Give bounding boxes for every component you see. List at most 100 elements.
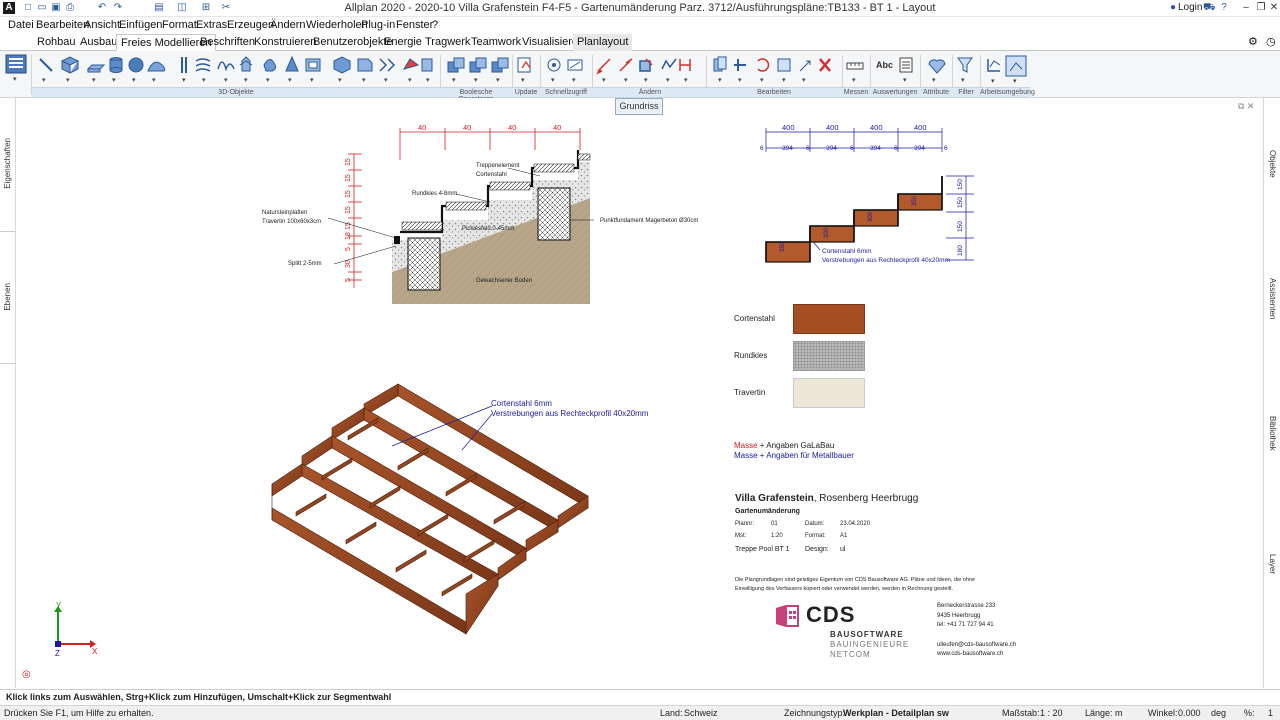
panel-eigenschaften[interactable]: Eigenschaften [3,138,12,189]
status-scale-label: Maßstab: [1002,708,1040,718]
label-gewachsener-boden: Gewachsener Boden [476,278,532,284]
stair-section-drawing: 40 40 40 40 15 15 15 15 15 18 5 30 5 Tre… [262,123,698,304]
restore-view-icon[interactable]: ⧉ ✕ [1238,101,1254,112]
3d-objects-group[interactable]: ▾ ▾ ▾ ▾ ▾ ▾ ▾ ▾ ▾ ▾ ▾ ▾ ▾ ▾ ▾ ▾ ▾ ▾ [36,55,434,85]
det-riser-2: 300 [824,227,830,238]
expand-icon[interactable]: ◷ [1262,34,1280,51]
minimize-icon[interactable]: – [1240,2,1252,14]
label-cortenstahl: Cortenstahl [476,172,507,178]
close-icon[interactable]: ✕ [1268,2,1280,14]
status-length-value[interactable]: m [1115,708,1123,718]
sec-dim-left-9: 5 [345,278,352,282]
menu-einfuegen[interactable]: Einfügen [119,19,162,31]
panel-ebenen[interactable]: Ebenen [3,283,12,311]
view-label-grundriss[interactable]: Grundriss [615,98,663,115]
label-travertin: Travertin 100x60x3cm [262,219,321,225]
edit-group[interactable]: ▾ ▾ ▾ ▾ ▾ [712,55,840,85]
det-dim-top-4: 400 [914,123,927,132]
svg-text:▾: ▾ [132,77,136,84]
tb-address-1: Bernecker­strasse 233 [937,603,996,609]
label-natursteinplatten: Natursteinplatten [262,210,307,216]
tab-energie[interactable]: Energie [380,34,426,51]
det-sub-8: 394 [914,145,925,152]
panel-objekte[interactable]: Objekte [1268,150,1277,178]
target-icon[interactable]: ◎ [22,669,31,680]
tab-rohbau[interactable]: Rohbau [33,34,80,51]
ribbon-tabs: Rohbau Ausbau Freies Modellieren Beschri… [0,34,1280,51]
material-swatch-travertin [793,378,865,408]
svg-text:▾: ▾ [426,77,430,84]
material-swatch-rundkies [793,341,865,371]
update-icon[interactable]: ▾ [516,56,536,84]
menu-bearbeiten[interactable]: Bearbeiten [36,19,89,31]
status-length-label: Länge: [1085,708,1113,718]
det-note-2: Verstrebungen aus Rechteckprofil 40x20mm [822,257,950,264]
report-icon[interactable]: ▾ [898,56,918,84]
menu-fenster[interactable]: Fenster [396,19,433,31]
panel-bibliothek[interactable]: Bibliothek [1268,416,1277,451]
tab-planlayout[interactable]: Planlayout [573,34,633,51]
status-scale-value[interactable]: 1 : 20 [1040,708,1063,718]
sec-dim-left-3: 15 [345,190,352,198]
tb-date-label: Datum: [805,521,825,527]
det-dim-top-2: 400 [826,123,839,132]
status-angle-value[interactable]: 0.000 [1178,708,1201,718]
tb-scale-label: Mst: [735,533,747,539]
modify-group[interactable]: ▾ ▾ ▾ ▾ ▾ [596,55,704,85]
restore-icon[interactable]: ❐ [1255,2,1267,14]
workspace-group[interactable]: ▾ ▾ [984,55,1030,85]
svg-text:▾: ▾ [362,77,366,84]
menu-help[interactable]: ? [432,19,438,31]
status-ztyp-value[interactable]: Werkplan - Detailplan sw [843,708,949,718]
bauwerksstruktur-icon[interactable]: ▾ [4,53,28,83]
svg-text:▾: ▾ [760,77,764,84]
det-right-3: 150 [957,221,964,232]
menu-datei[interactable]: Datei [8,19,34,31]
sec-dim-left-4: 15 [345,206,352,214]
menu-wiederholen[interactable]: Wiederholen [306,19,368,31]
menu-format[interactable]: Format [162,19,197,31]
det-riser-1: 350 [780,241,786,252]
menu-erzeugen[interactable]: Erzeugen [227,19,274,31]
status-angle-unit[interactable]: deg [1211,708,1226,718]
cart-icon[interactable]: ⛟ [1203,2,1216,14]
sec-dim-left-7: 5 [345,247,352,251]
login-link[interactable]: Login [1178,2,1202,13]
axis-gizmo[interactable]: Y X Z [48,602,102,656]
tb-address-2: 9435 Heerbrugg [937,613,981,619]
menu-aendern[interactable]: Ändern [270,19,305,31]
boolean-operators-group[interactable]: ▾ ▾ ▾ [446,56,510,84]
status-percent-value[interactable]: 1 [1268,708,1273,718]
menu-extras[interactable]: Extras [196,19,227,31]
filter-icon[interactable]: ▾ [956,56,976,84]
menu-plugin[interactable]: Plug-in [361,19,395,31]
menu-ansicht[interactable]: Ansicht [84,19,120,31]
cds-logo-mark [776,605,799,627]
quick-access-group[interactable]: ▾ ▾ [544,56,588,84]
tab-teamwork[interactable]: Teamwork [467,34,525,51]
svg-text:▾: ▾ [266,77,270,84]
label-pickiesfeld: Pickiesfeld 0-45mm [462,226,514,232]
attribute-icon[interactable]: ▾ [926,56,948,84]
tab-ausbau[interactable]: Ausbau [76,34,121,51]
text-icon[interactable]: Abc [876,60,893,70]
svg-text:▾: ▾ [152,77,156,84]
panel-layer[interactable]: Layer [1268,554,1277,574]
sec-dim-top-4: 40 [553,123,561,132]
tb-disclaimer-2: Einwilligung des Verfassers kopiert oder… [735,586,953,592]
svg-text:▾: ▾ [551,77,555,84]
status-land-value[interactable]: Schweiz [684,708,718,718]
svg-text:▾: ▾ [602,77,606,84]
cds-logo-line3: NETCOM [830,650,871,659]
measure-icon[interactable]: ▾ [846,56,866,84]
svg-text:▾: ▾ [961,77,965,84]
settings-icon[interactable]: ⚙ [1244,34,1262,51]
sec-dim-left-1: 15 [345,158,352,166]
iso-note-2: Verstrebungen aus Rechteckprofil 40x20mm [491,409,649,418]
panel-assistenten[interactable]: Assistenten [1268,278,1277,319]
titleblock-project-bold: Villa Grafenstein [735,493,814,504]
svg-text:▾: ▾ [991,78,995,85]
svg-text:▾: ▾ [852,77,856,84]
help-icon[interactable]: ? [1218,2,1230,14]
cds-logo-line1: BAUSOFTWARE [830,630,904,639]
